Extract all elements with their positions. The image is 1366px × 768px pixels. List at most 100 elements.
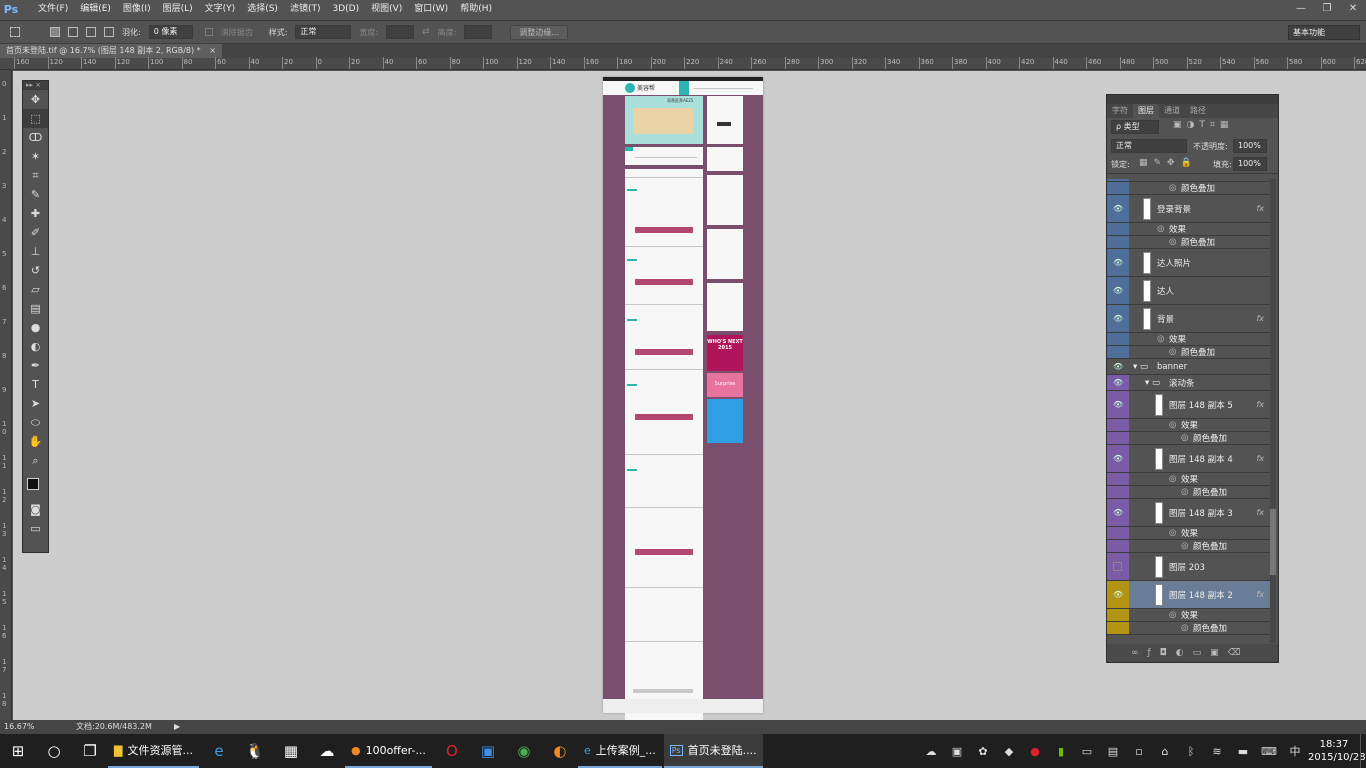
effect-eye-icon[interactable]: ◎ (1169, 528, 1176, 538)
layer-row[interactable]: 👁 登录背景 fx (1107, 195, 1272, 223)
store-icon[interactable]: ▦ (276, 736, 306, 766)
layer-effect-row[interactable]: ◎ 效果 (1107, 333, 1272, 346)
layer-row[interactable]: 👁 图层 148 副本 5 fx (1107, 391, 1272, 419)
fx-icon[interactable]: fx (1256, 204, 1264, 213)
zoom-tool-icon[interactable]: ⌕ (23, 451, 48, 470)
tray-app-icon[interactable]: ✿ (970, 745, 996, 758)
layer-effect-row[interactable]: ◎ 效果 (1107, 527, 1272, 540)
layer-filter-select[interactable]: ρ 类型 (1111, 120, 1159, 134)
workspace-select[interactable]: 基本功能 (1288, 25, 1360, 40)
visibility-eye-icon[interactable]: 👁 (1113, 204, 1123, 213)
tab-paths[interactable]: 路径 (1185, 104, 1211, 118)
swap-icon[interactable]: ⇄ (422, 27, 430, 37)
fx-icon[interactable]: fx (1256, 400, 1264, 409)
layer-effect-row[interactable]: ◎ 颜色叠加 (1107, 182, 1272, 195)
refine-edge-button[interactable]: 调整边缘... (510, 24, 568, 40)
cortana-icon[interactable]: ○ (39, 736, 69, 766)
marquee-tool-icon[interactable]: ⬚ (23, 109, 48, 128)
tab-character[interactable]: 字符 (1107, 104, 1133, 118)
blend-mode-select[interactable]: 正常 (1111, 139, 1187, 153)
effect-eye-icon[interactable]: ◎ (1169, 183, 1176, 193)
layer-effect-row[interactable]: ◎ 颜色叠加 (1107, 540, 1272, 553)
layer-effect-row[interactable]: ◎ 效果 (1107, 473, 1272, 486)
windows-start-icon[interactable]: ⊞ (3, 736, 33, 766)
effect-eye-icon[interactable]: ◎ (1169, 347, 1176, 357)
opacity-input[interactable]: 100% (1233, 139, 1267, 153)
visibility-eye-icon[interactable]: 👁 (1113, 314, 1123, 323)
effect-eye-icon[interactable]: ◎ (1181, 433, 1188, 443)
layer-group-row[interactable]: 👁 ▾ ▭ 滚动条 (1107, 375, 1272, 391)
menu-layer[interactable]: 图层(L) (157, 0, 199, 18)
layer-effect-row[interactable]: ◎ 颜色叠加 (1107, 486, 1272, 499)
app-icon[interactable]: ☁ (312, 736, 342, 766)
visibility-eye-icon[interactable]: 👁 (1113, 400, 1123, 409)
brush-tool-icon[interactable]: ✐ (23, 223, 48, 242)
layer-group-row[interactable]: 👁 ▾ ▭ banner (1107, 359, 1272, 375)
ime-indicator[interactable]: 中 (1282, 743, 1308, 759)
move-tool-icon[interactable]: ✥ (23, 90, 48, 109)
width-input[interactable] (386, 25, 415, 39)
app-orange-icon[interactable]: ◐ (545, 736, 575, 766)
lock-icons[interactable]: ▦✎✥🔒 (1139, 158, 1198, 168)
add-selection-icon[interactable] (68, 27, 78, 37)
document-tab[interactable]: 首页未登陆.tif @ 16.7% (图层 148 副本 2, RGB/8) *… (0, 44, 222, 58)
intersect-selection-icon[interactable] (104, 27, 114, 37)
crop-tool-icon[interactable]: ⌗ (23, 166, 48, 185)
effect-eye-icon[interactable]: ◎ (1181, 487, 1188, 497)
menu-filter[interactable]: 滤镜(T) (284, 0, 327, 18)
menu-select[interactable]: 选择(S) (241, 0, 284, 18)
type-tool-icon[interactable]: T (23, 375, 48, 394)
taskbar-app-firefox[interactable]: ● 100offer-... (344, 734, 432, 768)
layer-effect-row[interactable]: ◎ 效果 (1107, 223, 1272, 236)
edge-icon[interactable]: e (204, 736, 234, 766)
menu-3d[interactable]: 3D(D) (326, 0, 365, 18)
link-icon[interactable]: ∞ (1131, 648, 1148, 658)
trash-icon[interactable]: ⌫ (1228, 648, 1250, 658)
gradient-tool-icon[interactable]: ▤ (23, 299, 48, 318)
tray-app-icon[interactable]: ● (1022, 745, 1048, 758)
new-selection-icon[interactable] (50, 27, 60, 37)
folder-icon[interactable]: ▭ (1193, 648, 1211, 658)
new-layer-icon[interactable]: ▣ (1210, 648, 1228, 658)
visibility-eye-icon[interactable]: 👁 (1113, 378, 1123, 387)
layer-effect-row[interactable]: ◎ 颜色叠加 (1107, 432, 1272, 445)
layer-effect-row[interactable]: ◎ 颜色叠加 (1107, 622, 1272, 635)
fx-icon[interactable]: fx (1256, 454, 1264, 463)
menu-image[interactable]: 图像(I) (117, 0, 157, 18)
tray-app-icon[interactable]: ◆ (996, 745, 1022, 758)
opera-icon[interactable]: O (437, 736, 467, 766)
app-blue-icon[interactable]: ▣ (473, 736, 503, 766)
blur-tool-icon[interactable]: ● (23, 318, 48, 337)
status-menu-arrow-icon[interactable]: ▶ (174, 720, 180, 734)
effect-eye-icon[interactable]: ◎ (1169, 474, 1176, 484)
style-select[interactable]: 正常 (295, 25, 352, 39)
task-view-icon[interactable]: ❐ (75, 736, 105, 766)
onedrive-icon[interactable]: ☁ (918, 745, 944, 758)
document-page[interactable]: 美容帮 奇蒂匠养AE25 WHO'S NEXT 2015 Surprise (603, 77, 763, 768)
show-desktop-button[interactable] (1360, 734, 1366, 768)
effect-eye-icon[interactable]: ◎ (1169, 420, 1176, 430)
adjustment-icon[interactable]: ◐ (1176, 648, 1193, 658)
fx-icon[interactable]: fx (1256, 508, 1264, 517)
menu-view[interactable]: 视图(V) (365, 0, 408, 18)
effect-eye-icon[interactable]: ◎ (1157, 334, 1164, 344)
menu-window[interactable]: 窗口(W) (408, 0, 454, 18)
tray-app-icon[interactable]: ⌂ (1152, 745, 1178, 758)
height-input[interactable] (464, 25, 493, 39)
effect-eye-icon[interactable]: ◎ (1157, 224, 1164, 234)
feather-input[interactable]: 0 像素 (148, 25, 193, 39)
tray-app-icon[interactable]: ▣ (944, 745, 970, 758)
tray-app-icon[interactable]: ▤ (1100, 745, 1126, 758)
effect-eye-icon[interactable]: ◎ (1157, 179, 1164, 180)
eyedropper-icon[interactable]: ✎ (23, 185, 48, 204)
path-select-icon[interactable]: ➤ (23, 394, 48, 413)
menu-edit[interactable]: 编辑(E) (74, 0, 117, 18)
layer-row[interactable]: 👁 达人照片 (1107, 249, 1272, 277)
nvidia-icon[interactable]: ▮ (1048, 745, 1074, 758)
wifi-icon[interactable]: ≋ (1204, 745, 1230, 758)
visibility-eye-icon[interactable]: 👁 (1113, 590, 1123, 599)
taskbar-app-photoshop[interactable]: Ps 首页未登陆.... (663, 734, 763, 768)
history-brush-icon[interactable]: ↺ (23, 261, 48, 280)
close-tab-icon[interactable]: × (209, 46, 216, 55)
lasso-tool-icon[interactable]: ↀ (23, 128, 48, 147)
